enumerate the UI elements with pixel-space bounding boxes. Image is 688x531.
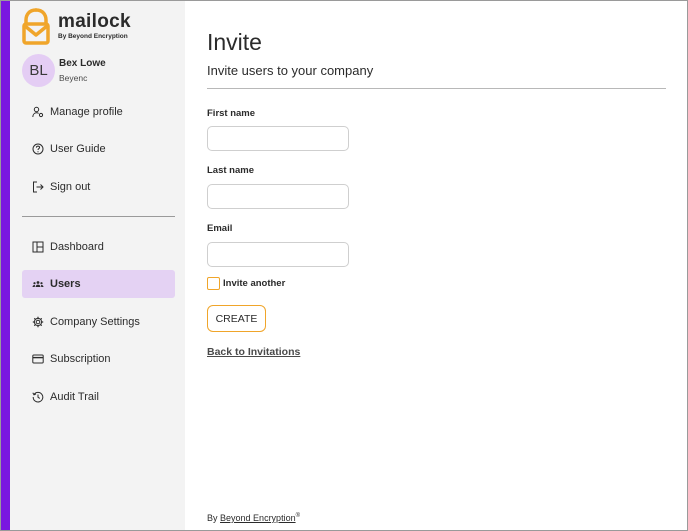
invite-another-row[interactable]: Invite another — [207, 277, 285, 290]
sidebar-item-label: Dashboard — [50, 241, 104, 253]
sidebar-item-label: Audit Trail — [50, 391, 99, 403]
footer-mark: ® — [295, 513, 300, 519]
main-content: Invite Invite users to your company Firs… — [185, 1, 687, 530]
sidebar-divider — [22, 216, 175, 217]
mailock-logo-icon — [22, 8, 50, 45]
invite-another-label: Invite another — [223, 278, 286, 289]
sidebar-item-dashboard[interactable]: Dashboard — [22, 233, 175, 261]
accent-bar — [1, 1, 10, 530]
sidebar-item-audit-trail[interactable]: Audit Trail — [22, 383, 175, 411]
sidebar-item-user-guide[interactable]: User Guide — [22, 135, 175, 163]
sidebar-item-label: Users — [50, 278, 81, 290]
user-gear-icon — [31, 105, 45, 119]
users-icon — [31, 277, 45, 291]
user-card[interactable]: BL Bex Lowe Beyenc — [22, 54, 106, 87]
sidebar-item-label: Manage profile — [50, 106, 123, 118]
sidebar-item-label: Sign out — [50, 181, 91, 193]
sidebar-item-label: User Guide — [50, 143, 106, 155]
email-label: Email — [207, 223, 233, 234]
page-subtitle: Invite users to your company — [207, 63, 374, 78]
card-icon — [31, 352, 45, 366]
email-field[interactable] — [207, 242, 349, 267]
last-name-field[interactable] — [207, 184, 349, 209]
back-to-invitations-link[interactable]: Back to Invitations — [207, 346, 300, 358]
footer-prefix: By — [207, 513, 218, 523]
history-icon — [31, 390, 45, 404]
user-org: Beyenc — [59, 73, 88, 83]
sidebar-item-label: Company Settings — [50, 316, 140, 328]
brand-name: mailock — [58, 10, 131, 32]
first-name-label: First name — [207, 108, 256, 119]
sidebar-item-users[interactable]: Users — [22, 270, 175, 298]
first-name-field[interactable] — [207, 126, 349, 151]
page-title: Invite — [207, 29, 262, 55]
invite-another-checkbox[interactable] — [207, 277, 220, 290]
app-window: mailock By Beyond Encryption BL Bex Lowe… — [0, 0, 688, 531]
sidebar-item-label: Subscription — [50, 353, 111, 365]
avatar: BL — [22, 54, 55, 87]
footer-link[interactable]: Beyond Encryption — [220, 513, 296, 523]
sidebar-item-subscription[interactable]: Subscription — [22, 345, 175, 373]
sidebar-item-manage-profile[interactable]: Manage profile — [22, 98, 175, 126]
user-name: Bex Lowe — [59, 58, 106, 69]
sidebar-item-sign-out[interactable]: Sign out — [22, 173, 175, 201]
logo[interactable]: mailock By Beyond Encryption — [22, 7, 131, 45]
create-button[interactable]: CREATE — [207, 305, 266, 332]
footer: By Beyond Encryption® — [207, 513, 300, 523]
gear-icon — [31, 315, 45, 329]
last-name-label: Last name — [207, 165, 254, 176]
sidebar: mailock By Beyond Encryption BL Bex Lowe… — [10, 1, 185, 530]
dashboard-icon — [31, 240, 45, 254]
sign-out-icon — [31, 180, 45, 194]
header-divider — [207, 88, 666, 89]
brand-tagline: By Beyond Encryption — [58, 32, 128, 40]
help-circle-icon — [31, 142, 45, 156]
sidebar-item-company-settings[interactable]: Company Settings — [22, 308, 175, 336]
